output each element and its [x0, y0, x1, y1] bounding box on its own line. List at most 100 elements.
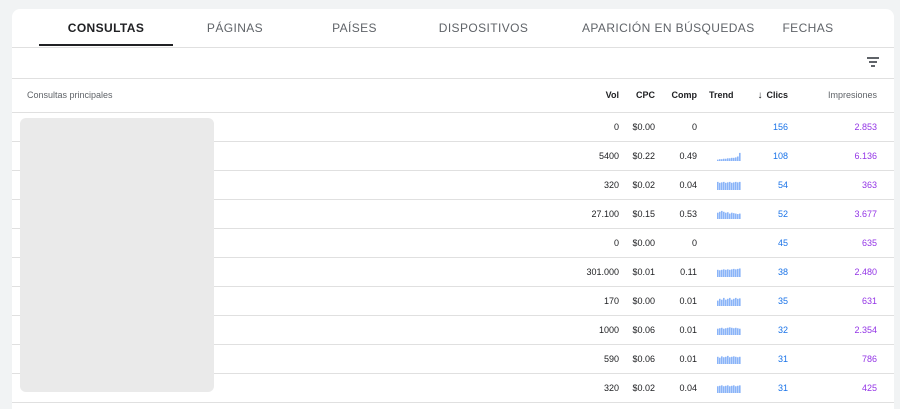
trend-bar — [731, 182, 733, 190]
trend-bar — [727, 269, 729, 277]
trend-bar — [729, 269, 731, 277]
cell-impresiones[interactable]: 635 — [862, 229, 877, 257]
trend-sparkline — [717, 325, 741, 335]
cell-vol: 320 — [603, 180, 619, 190]
trend-bar — [723, 386, 725, 393]
cell-impresiones[interactable]: 2.480 — [854, 258, 877, 286]
arrow-down-icon: ↓ — [757, 90, 763, 101]
trend-bar — [727, 182, 729, 190]
cell-clics[interactable]: 38 — [778, 258, 788, 286]
cell-vol: 0 — [613, 122, 619, 132]
filter-bar — [12, 48, 894, 79]
cell-clics[interactable]: 35 — [778, 287, 788, 315]
trend-bar — [721, 327, 723, 335]
trend-bar — [739, 213, 741, 219]
trend-bar — [737, 156, 739, 161]
trend-sparkline — [717, 122, 741, 132]
trend-sparkline — [717, 383, 741, 393]
trend-bar — [733, 356, 735, 364]
trend-bar — [733, 182, 735, 190]
trend-bar — [719, 270, 721, 277]
performance-card: CONSULTAS PÁGINAS PAÍSES DISPOSITIVOS AP… — [12, 9, 894, 409]
tab-aparicion-en-busquedas[interactable]: APARICIÓN EN BÚSQUEDAS — [582, 9, 754, 47]
cell-vol: 590 — [603, 354, 619, 364]
cell-clics[interactable]: 31 — [778, 345, 788, 373]
trend-bar — [717, 181, 719, 190]
trend-bar — [733, 157, 735, 161]
cell-clics[interactable]: 32 — [778, 316, 788, 344]
cell-impresiones[interactable]: 363 — [862, 171, 877, 199]
trend-bar — [735, 269, 737, 277]
cell-comp: 0.53 — [679, 209, 697, 219]
cell-comp: 0.01 — [679, 354, 697, 364]
table-header: Consultas principales Vol CPC Comp Trend… — [12, 79, 894, 113]
trend-bar — [717, 269, 719, 277]
tab-fechas[interactable]: FECHAS — [774, 9, 842, 47]
cell-impresiones[interactable]: 3.677 — [854, 200, 877, 228]
cell-impresiones[interactable]: 786 — [862, 345, 877, 373]
trend-bar — [721, 159, 723, 161]
trend-bar — [721, 299, 723, 306]
header-clics-label: Clics — [766, 90, 788, 100]
cell-impresiones[interactable]: 2.853 — [854, 113, 877, 141]
cell-clics[interactable]: 52 — [778, 200, 788, 228]
cell-impresiones[interactable]: 6.136 — [854, 142, 877, 170]
trend-bar — [721, 182, 723, 190]
trend-bar — [721, 356, 723, 364]
trend-bar — [731, 385, 733, 393]
header-query: Consultas principales — [27, 90, 113, 100]
cell-clics[interactable]: 45 — [778, 229, 788, 257]
header-comp[interactable]: Comp — [672, 79, 698, 112]
trend-bar — [725, 158, 727, 161]
trend-bar — [735, 297, 737, 306]
cell-clics[interactable]: 108 — [773, 142, 788, 170]
cell-comp: 0.01 — [679, 325, 697, 335]
trend-bar — [723, 158, 725, 161]
trend-bar — [733, 268, 735, 277]
header-trend: Trend — [709, 90, 734, 100]
trend-bar — [737, 328, 739, 335]
trend-bar — [717, 300, 719, 306]
cell-impresiones[interactable]: 2.354 — [854, 316, 877, 344]
trend-bar — [727, 158, 729, 161]
cell-vol: 1000 — [598, 325, 619, 335]
trend-bar — [729, 213, 731, 219]
filter-icon[interactable] — [864, 54, 882, 70]
header-vol[interactable]: Vol — [606, 79, 619, 112]
trend-bar — [725, 356, 727, 364]
cell-clics[interactable]: 54 — [778, 171, 788, 199]
trend-bar — [739, 356, 741, 364]
cell-clics[interactable]: 156 — [773, 113, 788, 141]
tab-dispositivos[interactable]: DISPOSITIVOS — [432, 9, 535, 47]
cell-comp: 0.49 — [679, 151, 697, 161]
cell-vol: 5400 — [598, 151, 619, 161]
trend-bar — [735, 386, 737, 393]
trend-bar — [731, 356, 733, 364]
trend-bar — [737, 385, 739, 393]
cell-comp: 0.01 — [679, 296, 697, 306]
tab-paises[interactable]: PAÍSES — [312, 9, 397, 47]
trend-bar — [735, 181, 737, 190]
header-impresiones[interactable]: Impresiones — [828, 79, 877, 112]
trend-bar — [733, 385, 735, 393]
header-clics[interactable]: ↓ Clics — [757, 79, 788, 112]
trend-bar — [739, 328, 741, 335]
cell-comp: 0 — [691, 122, 697, 132]
trend-bar — [731, 212, 733, 219]
trend-bar — [721, 385, 723, 393]
trend-sparkline — [717, 354, 741, 364]
tab-paginas[interactable]: PÁGINAS — [190, 9, 280, 47]
trend-bar — [727, 385, 729, 393]
trend-bar — [717, 328, 719, 335]
tab-consultas[interactable]: CONSULTAS — [39, 9, 173, 47]
cell-cpc: $0.01 — [632, 267, 655, 277]
trend-bar — [719, 357, 721, 364]
trend-bar — [723, 328, 725, 335]
trend-bar — [725, 385, 727, 393]
trend-bar — [723, 181, 725, 190]
trend-bar — [731, 299, 733, 306]
trend-bar — [729, 386, 731, 393]
cell-impresiones[interactable]: 631 — [862, 287, 877, 315]
header-cpc[interactable]: CPC — [636, 79, 655, 112]
trend-bar — [719, 159, 721, 161]
